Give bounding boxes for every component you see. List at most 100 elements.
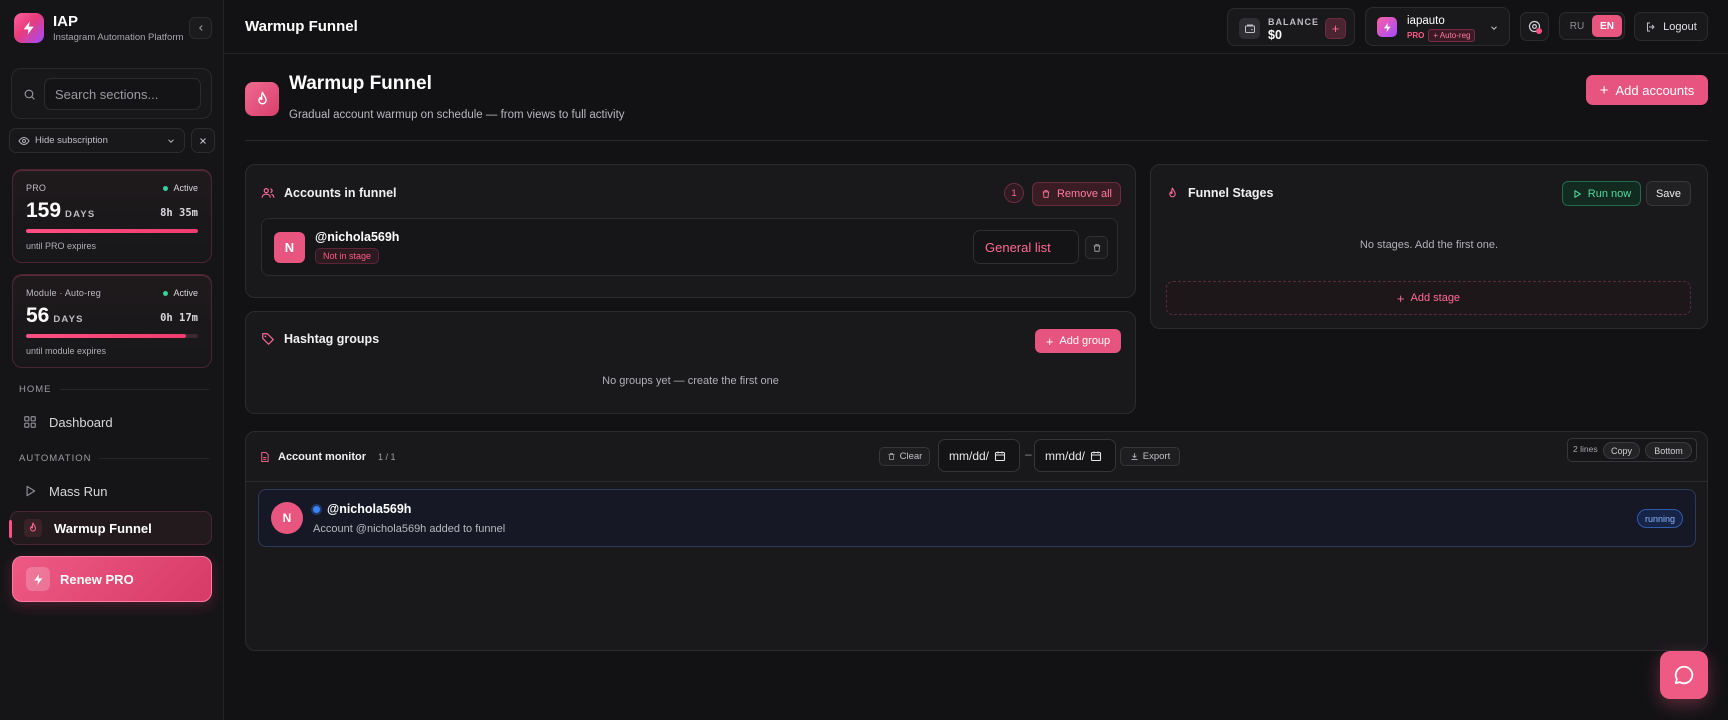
date-from-input[interactable]: mm/dd/ xyxy=(938,439,1020,472)
tag-icon xyxy=(262,333,274,345)
lightning-icon xyxy=(26,567,50,591)
calendar-icon xyxy=(1090,451,1102,461)
run-now-button[interactable]: Run now xyxy=(1562,181,1641,206)
progress-bar xyxy=(26,229,198,233)
avatar: N xyxy=(271,502,303,534)
document-icon xyxy=(261,451,269,463)
chevron-left-icon xyxy=(198,25,203,31)
collapse-sidebar-button[interactable] xyxy=(189,17,212,39)
plan-tag: PRO xyxy=(1407,31,1425,40)
list-select[interactable]: General list xyxy=(973,230,1079,264)
plan-tags: PRO + Auto-reg xyxy=(1407,29,1476,42)
avatar: N xyxy=(274,232,305,263)
lightning-logo-icon xyxy=(14,13,44,43)
lightning-avatar-icon xyxy=(1377,17,1397,37)
sidebar-item-mass-run[interactable]: Mass Run xyxy=(10,474,212,508)
save-button[interactable]: Save xyxy=(1646,181,1691,206)
flame-icon xyxy=(245,82,279,116)
remove-all-button[interactable]: Remove all xyxy=(1032,182,1121,206)
sidebar: IAP Instagram Automation Platform Hide s… xyxy=(0,0,224,720)
count-badge: 1 xyxy=(1004,183,1024,203)
run-now-label: Run now xyxy=(1587,187,1632,200)
add-stage-label: Add stage xyxy=(1410,292,1461,304)
sidebar-item-dashboard[interactable]: Dashboard xyxy=(10,405,212,439)
plus-icon: + xyxy=(1396,290,1405,306)
monitor-count: 1 / 1 xyxy=(378,452,396,462)
sidebar-item-warmup-funnel[interactable]: Warmup Funnel xyxy=(9,511,212,545)
days-remaining: 56 DAYS xyxy=(26,304,84,328)
account-monitor-panel: Account monitor 1 / 1 Clear mm/dd/ – mm/… xyxy=(245,431,1708,651)
notification-dot xyxy=(1536,28,1542,34)
status-label: Active xyxy=(173,288,198,298)
hide-subscription-label: Hide subscription xyxy=(35,135,108,146)
calendar-icon xyxy=(994,451,1006,461)
wallet-icon xyxy=(1239,18,1260,39)
funnel-stages-panel: Funnel Stages Run now Save No stages. Ad… xyxy=(1150,164,1708,329)
progress-fill xyxy=(26,334,186,338)
remove-account-button[interactable] xyxy=(1085,236,1108,259)
status-dot xyxy=(163,290,169,296)
date-separator: – xyxy=(1025,447,1032,461)
status-badge: Active xyxy=(163,288,198,298)
sidebar-item-label: Warmup Funnel xyxy=(54,520,152,536)
language-switcher: RU EN xyxy=(1559,12,1625,40)
renew-pro-button[interactable]: Renew PRO xyxy=(12,556,212,602)
flame-icon xyxy=(24,519,42,537)
search-input[interactable] xyxy=(44,78,201,110)
account-menu[interactable]: iapauto PRO + Auto-reg xyxy=(1365,7,1510,46)
days-label: DAYS xyxy=(65,209,96,220)
copy-button[interactable]: Copy xyxy=(1603,442,1640,459)
plus-icon: + xyxy=(1599,81,1609,99)
panel-title-label: Accounts in funnel xyxy=(284,186,397,200)
logout-button[interactable]: Logout xyxy=(1634,12,1708,41)
close-subscription-button[interactable] xyxy=(191,128,215,153)
top-header: Warmup Funnel BALANCE $0 + iapauto PRO +… xyxy=(224,0,1728,54)
subscription-card-pro: PRO Active 159 DAYS 8h 35m until PRO expi… xyxy=(12,169,212,263)
days-label: DAYS xyxy=(53,314,84,325)
chat-button[interactable] xyxy=(1660,651,1708,699)
balance-value: $0 xyxy=(1268,28,1282,42)
hashtag-groups-panel: Hashtag groups + Add group No groups yet… xyxy=(245,311,1136,414)
add-group-label: Add group xyxy=(1059,335,1111,347)
log-message: Account @nichola569h added to funnel xyxy=(313,523,506,535)
top-up-button[interactable]: + xyxy=(1325,18,1346,39)
add-group-button[interactable]: + Add group xyxy=(1035,329,1121,353)
time-remaining: 8h 35m xyxy=(160,207,198,219)
panel-title-label: Funnel Stages xyxy=(1188,186,1274,200)
nav-section-home: HOME xyxy=(19,384,209,395)
username: iapauto xyxy=(1407,15,1445,27)
brand[interactable]: IAP Instagram Automation Platform xyxy=(14,13,183,43)
add-stage-button[interactable]: + Add stage xyxy=(1166,281,1691,315)
status-badge: running xyxy=(1637,509,1683,528)
balance-widget: BALANCE $0 + xyxy=(1227,8,1355,46)
export-label: Export xyxy=(1142,451,1171,462)
nav-section-label: AUTOMATION xyxy=(19,453,92,464)
lines-count: 2 lines xyxy=(1573,444,1598,454)
panel-title-label: Hashtag groups xyxy=(284,332,380,346)
list-item: N @nichola569h Not in stage General list xyxy=(261,218,1118,276)
brand-title: IAP xyxy=(53,12,79,30)
chat-icon xyxy=(1674,665,1694,685)
subscription-until: until module expires xyxy=(26,346,107,356)
logout-label: Logout xyxy=(1663,20,1697,33)
empty-state: No groups yet — create the first one xyxy=(602,375,779,387)
balance-label: BALANCE xyxy=(1268,17,1319,27)
hide-subscription-toggle[interactable]: Hide subscription xyxy=(9,128,185,153)
lang-option-en[interactable]: EN xyxy=(1592,15,1622,37)
date-to-input[interactable]: mm/dd/ xyxy=(1034,439,1116,472)
clear-button[interactable]: Clear xyxy=(879,447,930,466)
panel-title: Funnel Stages xyxy=(1166,186,1273,200)
date-from-value: mm/dd/ xyxy=(949,448,990,463)
page-title: Warmup Funnel xyxy=(289,73,432,94)
add-accounts-button[interactable]: + Add accounts xyxy=(1586,75,1708,105)
days-value: 159 xyxy=(26,199,62,222)
divider xyxy=(99,458,209,459)
support-button[interactable] xyxy=(1520,12,1549,41)
export-button[interactable]: Export xyxy=(1120,447,1180,466)
scroll-bottom-button[interactable]: Bottom xyxy=(1645,442,1692,459)
monitor-title: Account monitor 1 / 1 xyxy=(259,451,396,463)
lang-option-ru[interactable]: RU xyxy=(1562,15,1592,37)
clear-label: Clear xyxy=(899,451,923,462)
monitor-title-label: Account monitor xyxy=(278,451,366,463)
chevron-down-icon xyxy=(168,138,174,143)
